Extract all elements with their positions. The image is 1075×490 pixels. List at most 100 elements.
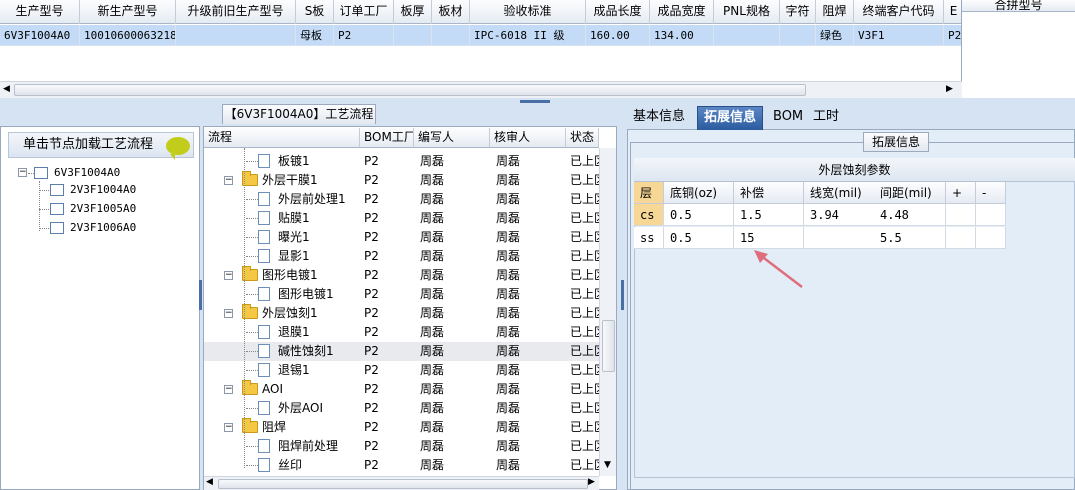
flow-column-header[interactable]: 状态 <box>566 128 599 148</box>
grid-data-row[interactable]: 6V3F1004A0 10010600063218 母板 P2 IPC-6018 II … <box>0 25 961 46</box>
splitter-grip-left[interactable] <box>199 280 202 310</box>
flow-row[interactable]: 曝光1 P2 周磊 周磊 已上区 <box>204 228 606 247</box>
grid-column-header[interactable]: 生产型号 <box>0 0 80 24</box>
flow-row[interactable]: 退膜1 P2 周磊 周磊 已上区 <box>204 323 606 342</box>
grid-column-header[interactable]: 新生产型号 <box>80 0 176 24</box>
flow-horizontal-scrollbar[interactable]: ◀ ▶ <box>204 476 599 490</box>
flow-column-header[interactable]: 编写人 <box>414 128 490 148</box>
splitter-grip-right[interactable] <box>621 280 624 310</box>
tab-extended-info[interactable]: 拓展信息 <box>697 106 764 130</box>
scroll-down-arrow[interactable]: ▼ <box>604 460 611 470</box>
etch-cell[interactable] <box>946 227 976 249</box>
splitter-grip-top[interactable] <box>520 100 550 103</box>
tree-collapse-icon[interactable]: − <box>224 423 233 432</box>
flow-cell-writer: 周磊 <box>420 249 445 263</box>
grid-cell[interactable]: IPC-6018 II 级 <box>470 25 586 46</box>
grid-cell[interactable]: V3F1 <box>854 25 944 46</box>
grid-cell[interactable]: 母板 <box>296 25 334 46</box>
flow-cell-writer: 周磊 <box>420 173 445 187</box>
grid-column-header[interactable]: PNL规格 <box>714 0 780 24</box>
tree-node-child[interactable]: 2V3F1005A0 <box>70 200 136 218</box>
scroll-thumb[interactable] <box>14 84 806 96</box>
flow-row[interactable]: 丝印 P2 周磊 周磊 已上区 <box>204 456 606 475</box>
grid-cell[interactable] <box>714 25 780 46</box>
grid-cell[interactable]: 绿色 <box>816 25 854 46</box>
flow-row[interactable]: 碱性蚀刻1 P2 周磊 周磊 已上区 <box>204 342 606 361</box>
grid-cell[interactable]: 134.00 <box>650 25 714 46</box>
flow-row[interactable]: − 外层干膜1 P2 周磊 周磊 已上区 <box>204 171 606 190</box>
tree-collapse-icon[interactable]: − <box>224 271 233 280</box>
flow-row[interactable]: − 外层蚀刻1 P2 周磊 周磊 已上区 <box>204 304 606 323</box>
flow-row[interactable]: 图形电镀1 P2 周磊 周磊 已上区 <box>204 285 606 304</box>
flow-row[interactable]: 外层AOI P2 周磊 周磊 已上区 <box>204 399 606 418</box>
scroll-thumb[interactable] <box>602 320 615 372</box>
etch-cell[interactable]: 5.5 <box>874 227 946 249</box>
etch-cell[interactable]: 0.5 <box>664 204 734 226</box>
grid-column-header[interactable]: 升级前旧生产型号 <box>176 0 296 24</box>
grid-cell[interactable]: 10010600063218 <box>80 25 176 46</box>
etch-cell[interactable] <box>804 227 876 249</box>
grid-column-header[interactable]: 板材 <box>432 0 470 24</box>
flow-row[interactable]: − 阻焊 P2 周磊 周磊 已上区 <box>204 418 606 437</box>
flow-cell-reviewer: 周磊 <box>496 420 521 434</box>
grid-column-header[interactable]: 字符 <box>780 0 816 24</box>
flow-cell-writer: 周磊 <box>420 306 445 320</box>
flow-row[interactable]: 板镀1 P2 周磊 周磊 已上区 <box>204 152 606 171</box>
etch-cell[interactable]: ss <box>634 227 664 249</box>
grid-cell[interactable]: P2 <box>334 25 394 46</box>
grid-cell[interactable]: 160.00 <box>586 25 650 46</box>
flow-row[interactable]: 阻焊前处理 P2 周磊 周磊 已上区 <box>204 437 606 456</box>
etch-cell[interactable] <box>976 227 1006 249</box>
tree-node-child[interactable]: 2V3F1006A0 <box>70 219 136 237</box>
scroll-left-arrow[interactable]: ◀ <box>3 84 10 94</box>
etch-cell[interactable]: 3.94 <box>804 204 876 226</box>
tab-work-hours[interactable]: 工时 <box>807 106 845 130</box>
flow-column-header[interactable]: 核审人 <box>490 128 566 148</box>
scroll-right-arrow[interactable]: ▶ <box>588 477 595 487</box>
etch-cell[interactable] <box>946 204 976 226</box>
flow-vertical-scrollbar[interactable]: ▼ <box>599 148 616 476</box>
flow-row[interactable]: − AOI P2 周磊 周磊 已上区 <box>204 380 606 399</box>
grid-column-header[interactable]: 成品宽度 <box>650 0 714 24</box>
flow-row[interactable]: 显影1 P2 周磊 周磊 已上区 <box>204 247 606 266</box>
flow-row[interactable]: 外层前处理1 P2 周磊 周磊 已上区 <box>204 190 606 209</box>
tab-basic-info[interactable]: 基本信息 <box>627 106 691 130</box>
scroll-left-arrow[interactable]: ◀ <box>206 477 213 487</box>
grid-column-header[interactable]: 板厚 <box>394 0 432 24</box>
tab-bom[interactable]: BOM <box>767 106 809 130</box>
tree-collapse-icon[interactable]: − <box>224 309 233 318</box>
grid-cell[interactable]: 6V3F1004A0 <box>0 25 80 46</box>
grid-cell[interactable] <box>394 25 432 46</box>
etch-cell[interactable]: 1.5 <box>734 204 804 226</box>
grid-column-header[interactable]: 成品长度 <box>586 0 650 24</box>
scroll-thumb[interactable] <box>218 479 588 489</box>
grid-column-header[interactable]: 验收标准 <box>470 0 586 24</box>
grid-cell[interactable] <box>176 25 296 46</box>
grid-cell[interactable] <box>432 25 470 46</box>
grid-column-header[interactable]: E <box>944 0 961 24</box>
grid-column-header[interactable]: S板 <box>296 0 334 24</box>
grid-column-header[interactable]: 终端客户代码 <box>854 0 944 24</box>
grid-column-header[interactable]: 阻焊 <box>816 0 854 24</box>
flow-column-header[interactable]: BOM工厂 <box>360 128 414 148</box>
flow-cell-reviewer: 周磊 <box>496 382 521 396</box>
etch-cell[interactable]: 0.5 <box>664 227 734 249</box>
grid-column-header[interactable]: 订单工厂 <box>334 0 394 24</box>
flow-column-header[interactable]: 流程 <box>204 128 360 148</box>
tree-collapse-icon[interactable]: − <box>224 176 233 185</box>
flow-row[interactable]: 贴膜1 P2 周磊 周磊 已上区 <box>204 209 606 228</box>
tree-collapse-icon[interactable]: − <box>18 168 27 177</box>
flow-cell-writer: 周磊 <box>420 325 445 339</box>
etch-cell[interactable] <box>976 204 1006 226</box>
grid-cell[interactable] <box>780 25 816 46</box>
scroll-right-arrow[interactable]: ▶ <box>946 84 953 94</box>
etch-cell[interactable]: cs <box>634 204 664 226</box>
tree-collapse-icon[interactable]: − <box>224 385 233 394</box>
etch-cell[interactable]: 4.48 <box>874 204 946 226</box>
tree-node-root[interactable]: 6V3F1004A0 <box>54 164 120 182</box>
grid-cell[interactable]: P2 <box>944 25 961 46</box>
flow-row[interactable]: − 图形电镀1 P2 周磊 周磊 已上区 <box>204 266 606 285</box>
grid-horizontal-scrollbar[interactable]: ◀ ▶ <box>0 81 962 98</box>
flow-row[interactable]: 退锡1 P2 周磊 周磊 已上区 <box>204 361 606 380</box>
tree-node-child[interactable]: 2V3F1004A0 <box>70 181 136 199</box>
